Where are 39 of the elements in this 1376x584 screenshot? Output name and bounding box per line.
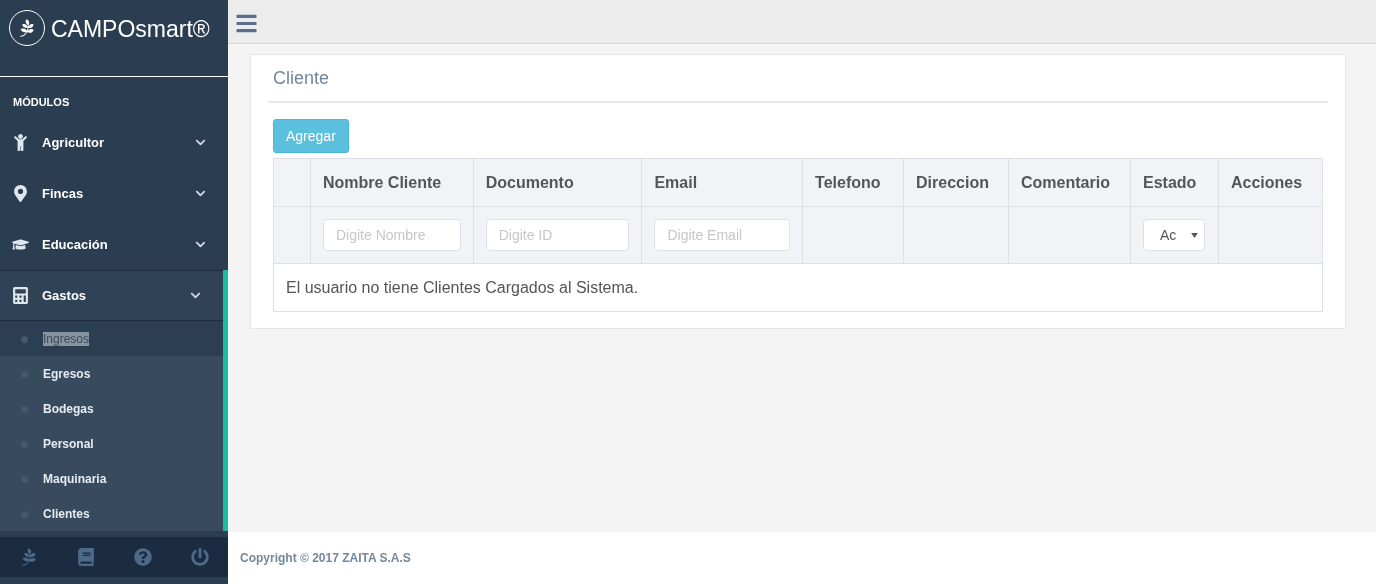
sidebar-item[interactable]: Fincas [0,168,228,219]
chevron-down-icon [195,239,206,250]
book-icon[interactable] [76,548,95,566]
empty-message: El usuario no tiene Clientes Cargados al Sistema. [273,263,1323,312]
menu-icon[interactable] [235,12,258,35]
brand-name: CAMPOsmart® [51,15,210,44]
column-header: Comentario [1008,158,1131,207]
graduation-cap-icon [12,236,29,253]
help-icon[interactable] [133,548,152,566]
person-icon [12,134,29,151]
chevron-down-icon [195,137,206,148]
submenu-item[interactable]: Egresos [0,356,223,391]
calculator-icon [12,287,29,304]
status-select[interactable]: Ac [1143,219,1205,251]
sidebar-item[interactable]: Agricultor [0,117,228,168]
chevron-down-icon [195,188,206,199]
caret-icon [1191,232,1198,238]
footer-text: Copyright © 2017 ZAITA S.A.S [228,532,1376,584]
sidebar-item[interactable]: Gastos [0,270,223,321]
filter-input[interactable]: Digite Email [654,219,791,251]
sidebar-item[interactable]: Educación [0,219,228,270]
column-header: Nombre Cliente [310,158,474,207]
column-header: Estado [1130,158,1219,207]
filter-input[interactable]: Digite Nombre [322,219,461,251]
sidebar-heading: MÓDULOS [12,95,71,110]
submenu-item[interactable]: Maquinaria [0,461,223,496]
submenu-item[interactable]: Bodegas [0,391,223,426]
chevron-down-icon [190,290,201,301]
column-header: Acciones [1218,158,1323,207]
power-icon[interactable] [190,548,209,566]
submenu-item[interactable]: Personal [0,426,223,461]
column-header: Telefono [802,158,904,207]
column-header: Documento [473,158,642,207]
filter-input[interactable]: Digite ID [485,219,630,251]
map-pin-icon [12,185,29,202]
card-title: Cliente [268,55,1328,103]
column-header: Email [641,158,803,207]
column-header: Direccion [903,158,1009,207]
submenu-item[interactable]: Clientes [0,496,223,531]
